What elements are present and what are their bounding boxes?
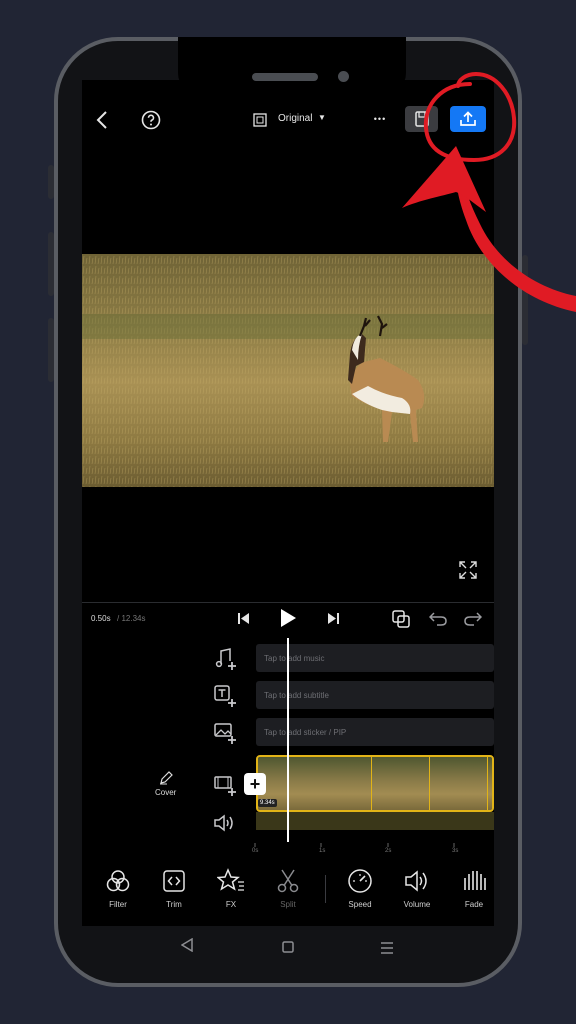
fx-tool[interactable]: FX xyxy=(207,868,255,909)
fullscreen-icon[interactable] xyxy=(458,560,478,580)
back-icon[interactable] xyxy=(92,108,112,132)
export-button[interactable] xyxy=(450,106,486,132)
speed-label: Speed xyxy=(348,900,372,909)
ruler-tick-label: 3s xyxy=(452,848,459,854)
split-label: Split xyxy=(280,900,296,909)
clip-duration-badge: 9.34s xyxy=(258,799,277,807)
fade-label: Fade xyxy=(464,900,484,909)
phone-side-button xyxy=(522,255,528,345)
filter-tool[interactable]: Filter xyxy=(94,868,142,909)
ruler-tick-label: 1s xyxy=(319,848,326,854)
ruler-tick-label: 2s xyxy=(385,848,392,854)
fx-icon xyxy=(217,868,244,891)
pen-icon[interactable] xyxy=(158,770,174,786)
ratio-icon[interactable] xyxy=(252,112,268,128)
skip-start-icon[interactable] xyxy=(236,611,250,625)
video-add-icon[interactable] xyxy=(212,773,238,797)
fade-tool[interactable]: Fade xyxy=(450,868,498,909)
help-icon[interactable] xyxy=(140,109,162,131)
audio-waveform-strip[interactable] xyxy=(256,812,494,830)
sticker-track-placeholder: Tap to add sticker / PIP xyxy=(264,728,347,737)
video-preview[interactable] xyxy=(82,254,494,487)
music-track-placeholder: Tap to add music xyxy=(264,654,325,663)
toolbar-divider xyxy=(325,875,326,903)
volume-label: Volume xyxy=(403,900,431,909)
keyframe-icon[interactable] xyxy=(391,609,411,629)
total-duration: / 12.34s xyxy=(117,614,146,623)
volume-icon xyxy=(405,870,427,892)
trim-label: Trim xyxy=(166,900,182,909)
add-clip-button[interactable]: + xyxy=(244,773,266,795)
nav-menu-icon[interactable] xyxy=(380,941,394,959)
chevron-down-icon[interactable]: ▼ xyxy=(318,113,326,122)
nav-back-icon[interactable] xyxy=(180,937,193,957)
subtitle-track-placeholder: Tap to add subtitle xyxy=(264,691,329,700)
draft-icon xyxy=(414,111,429,127)
split-tool[interactable]: Split xyxy=(264,868,312,909)
skip-end-icon[interactable] xyxy=(326,611,340,625)
clip-thumbnail xyxy=(372,757,430,810)
ruler-tick-label: 0s xyxy=(252,848,259,854)
preview-frame-image xyxy=(82,254,494,487)
clip-thumbnail xyxy=(314,757,372,810)
clip-thumbnail xyxy=(430,757,488,810)
more-icon[interactable]: ••• xyxy=(368,112,392,126)
fade-icon xyxy=(464,871,486,890)
scissors-icon xyxy=(277,869,299,893)
volume-tool[interactable]: Volume xyxy=(393,868,441,909)
export-icon xyxy=(460,111,476,126)
volume-track-icon[interactable] xyxy=(212,812,238,834)
redo-icon[interactable] xyxy=(463,610,483,628)
trim-tool[interactable]: Trim xyxy=(150,868,198,909)
notch xyxy=(178,37,406,95)
fx-label: FX xyxy=(225,900,237,909)
earpiece-speaker xyxy=(252,73,318,81)
speed-icon xyxy=(348,869,372,893)
current-time: 0.50s xyxy=(91,614,111,623)
image-add-icon[interactable] xyxy=(212,721,238,745)
video-clip-strip[interactable] xyxy=(256,755,494,812)
nav-home-icon[interactable] xyxy=(282,940,294,958)
play-icon[interactable] xyxy=(277,607,299,629)
clip-thumbnail xyxy=(488,757,492,810)
playhead[interactable] xyxy=(287,638,289,842)
save-draft-button[interactable] xyxy=(405,106,438,132)
filter-icon xyxy=(106,870,130,892)
cover-label[interactable]: Cover xyxy=(155,788,176,797)
text-add-icon[interactable] xyxy=(212,684,238,708)
aspect-ratio-label[interactable]: Original xyxy=(278,113,312,124)
front-camera xyxy=(338,71,349,82)
music-add-icon[interactable] xyxy=(212,647,238,671)
speed-tool[interactable]: Speed xyxy=(336,868,384,909)
filter-label: Filter xyxy=(109,900,127,909)
trim-icon xyxy=(163,870,185,892)
undo-icon[interactable] xyxy=(428,610,448,628)
